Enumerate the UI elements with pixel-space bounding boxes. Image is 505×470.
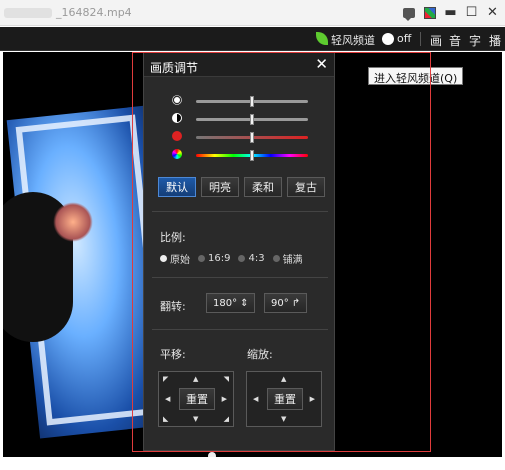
player-toolbar: 轻风频道 off 画 音 字 播 [0, 27, 505, 51]
radio-dot-icon [160, 255, 167, 262]
pan-down-arrow-icon[interactable]: ▼ [193, 415, 198, 423]
video-figure [53, 202, 93, 242]
rotate-90-button[interactable]: 90° ↱ [264, 293, 308, 313]
maximize-button[interactable]: ☐ [463, 4, 480, 21]
zoom-control: ▲ ◀ ▶ ▼ 重置 [246, 371, 322, 427]
ratio-4-3-option[interactable]: 4:3 [238, 251, 265, 266]
subtitle-menu[interactable]: 字 [469, 32, 481, 49]
zoom-down-arrow-icon[interactable]: ▼ [281, 415, 286, 423]
ratio-original-option[interactable]: 原始 [160, 251, 190, 266]
picture-menu[interactable]: 画 [430, 32, 442, 49]
hue-thumb[interactable] [250, 150, 254, 161]
preset-retro-button[interactable]: 复古 [287, 177, 325, 197]
panel-close-button[interactable]: ✕ [315, 55, 328, 73]
radio-dot-icon [238, 255, 246, 262]
video-small-object [208, 452, 216, 457]
hue-icon [172, 149, 182, 159]
minimize-icon: ▬ [444, 5, 457, 20]
picture-quality-panel: 画质调节 ✕ 默认 明亮 柔和 复古 比例: 原始 16:9 4:3 铺满 翻转… [143, 52, 335, 451]
pan-down-left-arrow-icon[interactable]: ◣ [163, 415, 168, 423]
title-bar: _164824.mp4 ▬ ☐ ✕ [0, 0, 505, 26]
window-controls: ▬ ☐ ✕ [400, 4, 501, 21]
contrast-track[interactable] [196, 114, 308, 125]
pan-up-right-arrow-icon[interactable]: ◥ [224, 375, 229, 383]
section-divider [152, 277, 328, 278]
contrast-icon [172, 113, 182, 123]
brightness-track[interactable] [196, 96, 308, 107]
pan-label: 平移: [160, 348, 186, 361]
maximize-icon: ☐ [465, 5, 478, 20]
hue-slider[interactable] [172, 149, 322, 161]
section-divider [152, 211, 328, 212]
close-icon: ✕ [487, 5, 498, 20]
pan-left-arrow-icon[interactable]: ◀ [165, 395, 170, 403]
minimize-button[interactable]: ▬ [442, 4, 459, 21]
rotate-right-icon: ↱ [291, 297, 301, 309]
pan-up-left-arrow-icon[interactable]: ◤ [163, 375, 168, 383]
sun-icon [174, 97, 180, 103]
zoom-left-arrow-icon[interactable]: ◀ [253, 395, 258, 403]
leaf-icon [316, 32, 328, 45]
contrast-thumb[interactable] [250, 114, 254, 125]
playback-menu[interactable]: 播 [489, 32, 501, 49]
message-icon [402, 7, 415, 21]
flip-vertical-icon: ⇕ [240, 297, 249, 309]
pan-up-arrow-icon[interactable]: ▲ [193, 375, 198, 383]
pan-reset-button[interactable]: 重置 [179, 388, 215, 410]
preset-bright-button[interactable]: 明亮 [201, 177, 239, 197]
zoom-label: 缩放: [247, 348, 273, 361]
panel-title: 画质调节 [150, 61, 199, 75]
ratio-fill-option[interactable]: 铺满 [272, 251, 303, 266]
zoom-up-arrow-icon[interactable]: ▲ [281, 375, 286, 383]
preset-default-button[interactable]: 默认 [158, 177, 196, 197]
brightness-thumb[interactable] [250, 96, 254, 107]
brightness-slider[interactable] [172, 95, 322, 107]
pan-right-arrow-icon[interactable]: ▶ [222, 395, 227, 403]
toolbar-divider [420, 32, 421, 46]
channel-button[interactable]: 轻风频道 [331, 32, 375, 48]
ratio-16-9-option[interactable]: 16:9 [198, 251, 230, 266]
channel-toggle[interactable] [382, 33, 394, 45]
pan-control: ◤ ▲ ◥ ◀ ▶ ◣ ▼ ◢ 重置 [158, 371, 234, 427]
zoom-right-arrow-icon[interactable]: ▶ [310, 395, 315, 403]
preset-buttons: 默认 明亮 柔和 复古 [158, 177, 325, 197]
saturation-icon [172, 131, 182, 141]
window-title: _164824.mp4 [4, 6, 132, 19]
saturation-slider[interactable] [172, 131, 322, 143]
saturation-thumb[interactable] [250, 132, 254, 143]
rotate-180-button[interactable]: 180° ⇕ [206, 293, 256, 313]
message-button[interactable] [400, 4, 417, 21]
hue-track[interactable] [196, 150, 308, 161]
preset-soft-button[interactable]: 柔和 [244, 177, 282, 197]
zoom-reset-button[interactable]: 重置 [267, 388, 303, 410]
skin-icon [423, 6, 436, 19]
rotate-label: 翻转: [160, 300, 186, 313]
panel-header: 画质调节 ✕ [144, 53, 334, 77]
blurred-title-prefix [4, 8, 52, 18]
contrast-slider[interactable] [172, 113, 322, 125]
pan-down-right-arrow-icon[interactable]: ◢ [224, 415, 229, 423]
toggle-state-label: off [397, 32, 412, 45]
saturation-track[interactable] [196, 132, 308, 143]
radio-dot-icon [198, 255, 205, 262]
ratio-label: 比例: [160, 231, 186, 244]
ratio-options: 原始 16:9 4:3 铺满 [160, 251, 303, 266]
skin-button[interactable] [421, 4, 438, 21]
audio-menu[interactable]: 音 [449, 32, 461, 49]
channel-tooltip: 进入轻风频道(Q) [368, 67, 464, 85]
close-button[interactable]: ✕ [484, 4, 501, 21]
radio-dot-icon [272, 255, 280, 262]
section-divider [152, 329, 328, 330]
